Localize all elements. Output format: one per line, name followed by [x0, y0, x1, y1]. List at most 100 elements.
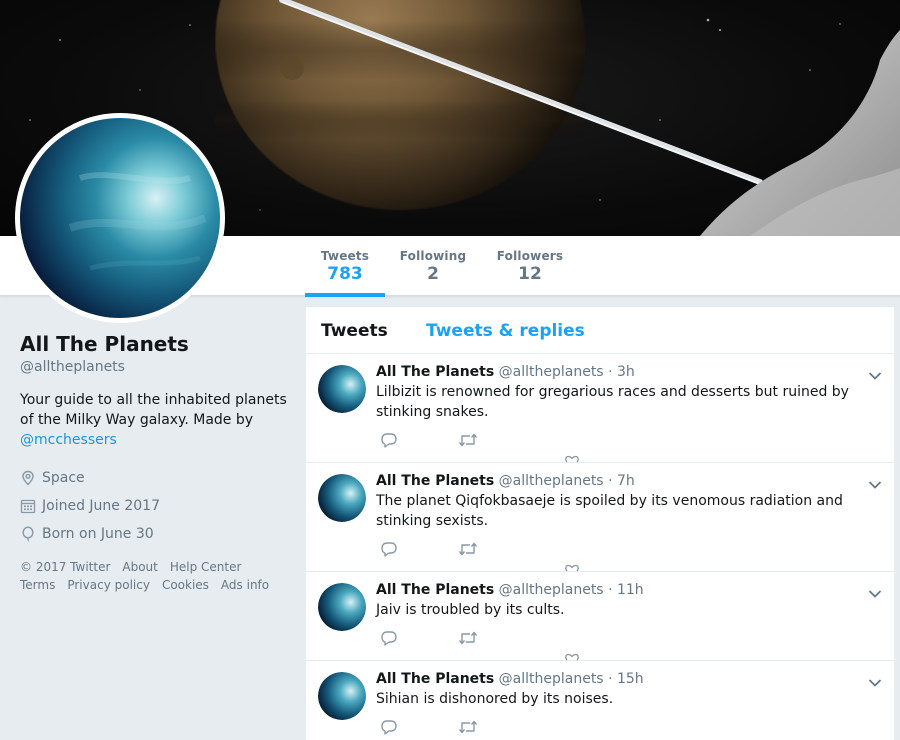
tweet-timestamp[interactable]: 3h: [617, 364, 635, 380]
avatar-image: [20, 118, 220, 318]
tweet-body: All The Planets @alltheplanets · 15h Sih…: [376, 670, 854, 709]
tab-tweets-and-replies[interactable]: Tweets & replies: [426, 321, 585, 341]
location-text: Space: [42, 470, 85, 486]
tweet-author-name[interactable]: All The Planets: [376, 582, 494, 598]
tweet[interactable]: All The Planets @alltheplanets · 15h Sih…: [306, 661, 894, 740]
tweet-body: All The Planets @alltheplanets · 11h Jai…: [376, 581, 854, 620]
tweet-author-handle[interactable]: @alltheplanets: [499, 671, 604, 687]
tweet-timestamp[interactable]: 7h: [617, 473, 635, 489]
tweet-timestamp[interactable]: 11h: [617, 582, 644, 598]
tweet-avatar[interactable]: [318, 583, 366, 631]
stat-tweets-label: Tweets: [320, 249, 370, 263]
born-text: Born on June 30: [42, 526, 154, 542]
caret-down-icon: [868, 679, 882, 687]
tweet-separator: ·: [608, 473, 613, 489]
tweet[interactable]: All The Planets @alltheplanets · 3h Lilb…: [306, 354, 894, 463]
tweet-avatar-image: [318, 583, 366, 631]
stat-followers[interactable]: Followers 12: [493, 236, 567, 296]
footer-cookies-link[interactable]: Cookies: [162, 578, 209, 592]
footer-terms-link[interactable]: Terms: [20, 578, 55, 592]
stat-tweets-value: 783: [327, 264, 363, 284]
profile-bio-text: Your guide to all the inhabited planets …: [20, 392, 287, 428]
tweet-author-name[interactable]: All The Planets: [376, 473, 494, 489]
tweet-author-name[interactable]: All The Planets: [376, 364, 494, 380]
tweet-menu-button[interactable]: [868, 673, 882, 692]
location-icon: [22, 470, 34, 486]
tweet-header: All The Planets @alltheplanets · 7h: [376, 472, 854, 490]
profile-bio-link[interactable]: @mcchessers: [20, 432, 117, 448]
footer-privacy-link[interactable]: Privacy policy: [67, 578, 150, 592]
stat-followers-value: 12: [518, 264, 542, 284]
stat-following-value: 2: [427, 264, 439, 284]
tweet-author-name[interactable]: All The Planets: [376, 671, 494, 687]
tweet-menu-button[interactable]: [868, 475, 882, 494]
stat-tweets[interactable]: Tweets 783: [305, 236, 385, 297]
reply-button[interactable]: [380, 630, 398, 650]
tweet-timestamp[interactable]: 15h: [617, 671, 644, 687]
joined-text: Joined June 2017: [42, 498, 160, 514]
retweet-icon: [458, 433, 478, 447]
retweet-icon: [458, 720, 478, 734]
tweet[interactable]: All The Planets @alltheplanets · 11h Jai…: [306, 572, 894, 661]
tweet-separator: ·: [608, 364, 613, 380]
tab-tweets[interactable]: Tweets: [321, 321, 388, 341]
like-icon: [565, 564, 579, 572]
tweet-avatar[interactable]: [318, 672, 366, 720]
tweet-separator: ·: [608, 671, 613, 687]
reply-icon: [381, 720, 397, 735]
reply-button[interactable]: [380, 432, 398, 452]
tweet-text: Sihian is dishonored by its noises.: [376, 691, 614, 707]
footer-help-link[interactable]: Help Center: [170, 560, 242, 574]
tweet-avatar-image: [318, 365, 366, 413]
footer-ads-link[interactable]: Ads info: [221, 578, 269, 592]
caret-down-icon: [868, 372, 882, 380]
reply-icon: [381, 631, 397, 646]
tweet-header: All The Planets @alltheplanets · 15h: [376, 670, 854, 688]
retweet-icon: [458, 631, 478, 645]
caret-down-icon: [868, 590, 882, 598]
like-icon: [565, 653, 579, 661]
tweet-header: All The Planets @alltheplanets · 3h: [376, 363, 854, 381]
tweet[interactable]: All The Planets @alltheplanets · 7h The …: [306, 463, 894, 572]
retweet-icon: [458, 542, 478, 556]
reply-button[interactable]: [380, 541, 398, 561]
profile-handle[interactable]: @alltheplanets: [20, 359, 290, 375]
tweet-avatar[interactable]: [318, 474, 366, 522]
tweet-header: All The Planets @alltheplanets · 11h: [376, 581, 854, 599]
tweet-text: Lilbizit is renowned for gregarious race…: [376, 384, 849, 420]
tweet-avatar-image: [318, 672, 366, 720]
tweet-avatar-image: [318, 474, 366, 522]
calendar-icon: [20, 499, 36, 514]
retweet-button[interactable]: [458, 541, 478, 561]
profile-birthday: Born on June 30: [20, 520, 290, 548]
tweet-body: All The Planets @alltheplanets · 7h The …: [376, 472, 854, 531]
reply-icon: [381, 433, 397, 448]
profile-joined: Joined June 2017: [20, 492, 290, 520]
profile-avatar[interactable]: [15, 113, 225, 323]
stat-following-label: Following: [399, 249, 467, 263]
tweet-avatar[interactable]: [318, 365, 366, 413]
tweet-author-handle[interactable]: @alltheplanets: [499, 473, 604, 489]
profile-card: All The Planets @alltheplanets Your guid…: [20, 330, 290, 594]
reply-button[interactable]: [380, 719, 398, 739]
site-footer: © 2017 Twitter About Help Center Terms Priv…: [20, 558, 290, 594]
tweet-author-handle[interactable]: @alltheplanets: [499, 364, 604, 380]
retweet-button[interactable]: [458, 432, 478, 452]
balloon-icon: [22, 526, 34, 542]
profile-bio: Your guide to all the inhabited planets …: [20, 390, 290, 450]
timeline-tabs: Tweets Tweets & replies: [306, 307, 894, 354]
retweet-button[interactable]: [458, 719, 478, 739]
timeline: Tweets Tweets & replies All The Planets …: [305, 306, 895, 740]
profile-location: Space: [20, 464, 290, 492]
tweet-text: Jaiv is troubled by its cults.: [376, 602, 565, 618]
caret-down-icon: [868, 481, 882, 489]
profile-name[interactable]: All The Planets: [20, 330, 290, 358]
tweet-separator: ·: [608, 582, 613, 598]
tweet-menu-button[interactable]: [868, 584, 882, 603]
retweet-button[interactable]: [458, 630, 478, 650]
stat-following[interactable]: Following 2: [395, 236, 471, 296]
footer-about-link[interactable]: About: [122, 560, 157, 574]
tweet-menu-button[interactable]: [868, 366, 882, 385]
like-icon: [565, 455, 579, 463]
tweet-author-handle[interactable]: @alltheplanets: [499, 582, 604, 598]
